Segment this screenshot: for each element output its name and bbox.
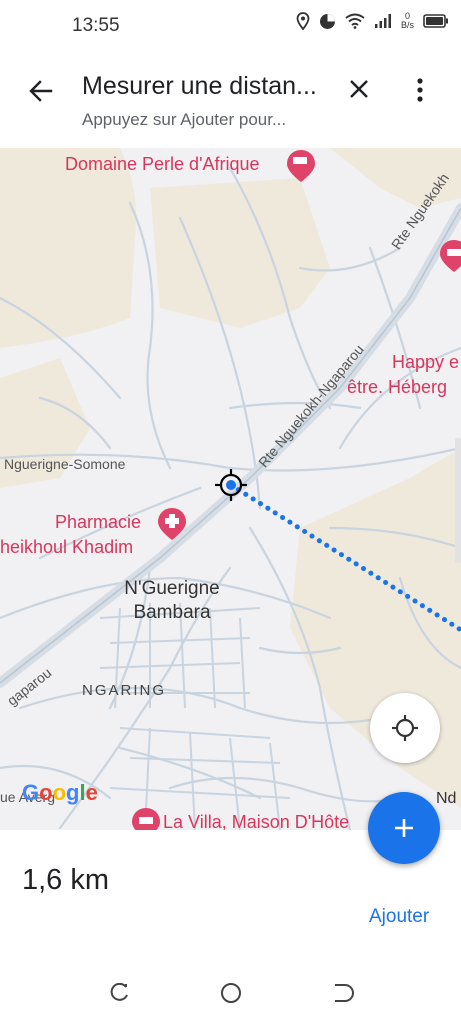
google-logo-letter: G <box>22 780 40 805</box>
poi-domaine-perle[interactable]: Domaine Perle d'Afrique <box>65 154 260 175</box>
my-location-button[interactable] <box>370 693 440 763</box>
poi-la-villa[interactable]: La Villa, Maison D'Hôte <box>163 812 349 830</box>
status-icons: 0 B/s <box>296 12 449 30</box>
page-title: Mesurer une distan... <box>82 72 317 100</box>
location-icon <box>296 12 310 30</box>
plus-icon <box>395 819 413 837</box>
close-button[interactable] <box>344 74 374 104</box>
district-label-ngaring: NGARING <box>82 682 167 699</box>
poi-happy-line1[interactable]: Happy e <box>392 352 459 373</box>
map-view[interactable]: Domaine Perle d'Afrique Rte Nguekokh Rte… <box>0 148 461 830</box>
recents-icon <box>110 983 128 1001</box>
poi-pharmacie-line1[interactable]: Pharmacie <box>55 512 141 533</box>
back-nav-icon <box>335 984 354 1002</box>
net-speed: 0 B/s <box>401 12 414 30</box>
back-nav-button[interactable] <box>330 980 356 1006</box>
poi-happy-line2[interactable]: être. Héberg <box>347 377 447 398</box>
home-icon <box>221 983 241 1003</box>
google-logo-letter: e <box>85 780 98 805</box>
wifi-icon <box>345 13 365 29</box>
add-point-fab[interactable] <box>368 792 440 864</box>
google-logo-letter: o <box>52 780 67 805</box>
more-vert-icon <box>417 78 423 102</box>
my-location-icon <box>392 715 418 741</box>
google-logo-letter: o <box>39 780 53 805</box>
place-label-line2: Bambara <box>133 602 211 623</box>
add-button[interactable]: Ajouter <box>369 906 429 928</box>
signal-icon <box>374 13 392 29</box>
place-label-nd: Nd <box>436 790 457 807</box>
hotel-pin-villa-icon <box>132 808 160 830</box>
distance-value: 1,6 km <box>22 864 110 896</box>
hotel-pin-icon <box>287 150 315 182</box>
net-speed-unit: B/s <box>400 20 414 30</box>
back-button[interactable] <box>24 74 58 108</box>
recents-button[interactable] <box>106 980 132 1006</box>
place-label-line1: N'Guerigne <box>124 578 220 599</box>
status-time: 13:55 <box>72 15 120 36</box>
google-logo: Google <box>22 780 98 806</box>
measure-start-point <box>226 480 236 490</box>
arrow-back-icon <box>29 80 53 102</box>
place-label-nguerigne[interactable]: N'Guerigne Bambara <box>112 577 232 625</box>
app-bar: Mesurer une distan... Appuyez sur Ajoute… <box>0 52 461 148</box>
road-label-nguerigne-somone: Nguerigne-Somone <box>4 456 126 472</box>
close-icon <box>350 80 368 98</box>
status-bar: 13:55 0 B/s <box>0 0 461 52</box>
data-saver-icon <box>319 13 336 30</box>
home-button[interactable] <box>218 980 244 1006</box>
google-logo-letter: g <box>66 780 80 805</box>
system-nav-bar <box>0 960 461 1024</box>
poi-pharmacie-line2[interactable]: heikhoul Khadim <box>0 537 133 558</box>
more-options-button[interactable] <box>408 74 432 106</box>
page-subtitle: Appuyez sur Ajouter pour... <box>82 110 287 129</box>
battery-icon <box>423 14 449 28</box>
